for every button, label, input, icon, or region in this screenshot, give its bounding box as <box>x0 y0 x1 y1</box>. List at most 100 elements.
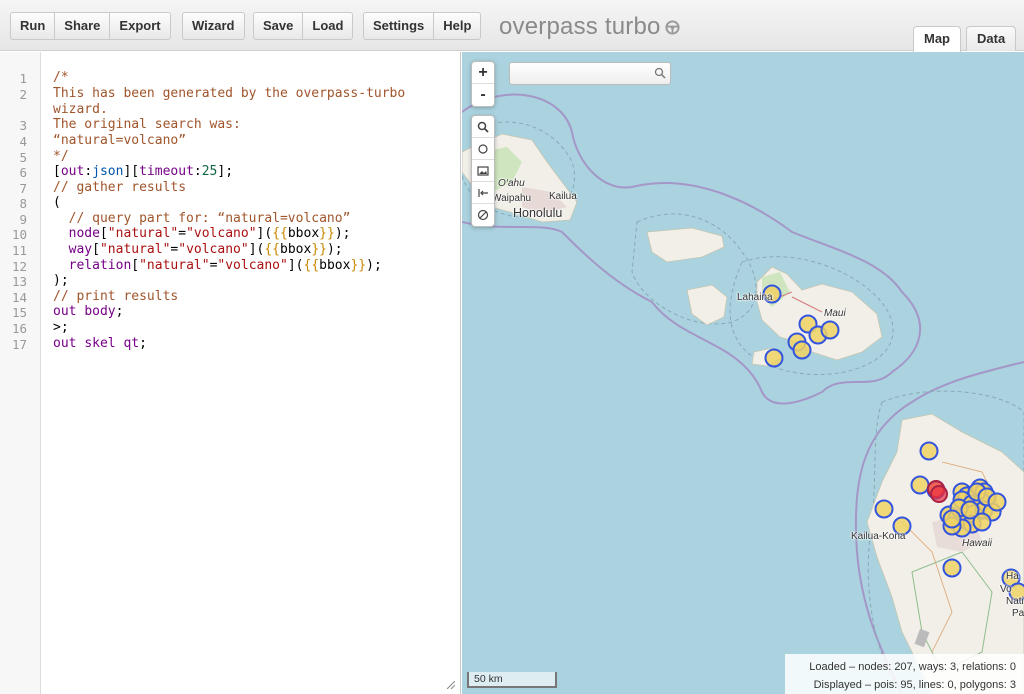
app-logo-text: overpass turbo <box>499 13 661 40</box>
map-stats-box: Loaded – nodes: 207, ways: 3, relations:… <box>785 654 1024 694</box>
line-number: 14 <box>11 290 27 305</box>
run-share-export-group: Run Share Export <box>10 12 171 40</box>
code-line: “natural=volcano” <box>53 133 187 148</box>
loaded-stats: Loaded – nodes: 207, ways: 3, relations:… <box>809 661 1016 673</box>
toolbar: Run Share Export Wizard Save Load Settin… <box>0 0 1024 52</box>
magnifier-icon <box>477 121 489 133</box>
zoom-to-data-button[interactable] <box>472 116 494 138</box>
volcano-marker[interactable] <box>764 348 784 368</box>
line-number: 12 <box>11 259 27 274</box>
label-cut-2: Vo <box>1000 584 1012 595</box>
label-waipahu: Waipahu <box>492 193 532 204</box>
line-number: 4 <box>19 134 27 149</box>
scale-bar: 50 km <box>467 672 557 688</box>
zoom-controls: + - <box>471 61 495 107</box>
volcano-markers-layer <box>762 284 1024 602</box>
label-hawaii: Hawaii <box>962 538 993 549</box>
line-number: 10 <box>11 227 27 242</box>
line-number: 11 <box>11 243 27 258</box>
label-maui: Maui <box>824 308 846 319</box>
line-number: 6 <box>19 165 27 180</box>
code-line: >; <box>53 320 69 335</box>
line-number: 3 <box>19 118 27 133</box>
line-number: 2 <box>19 87 27 102</box>
volcano-marker[interactable] <box>987 492 1007 512</box>
map-view[interactable]: O‘ahu Waipahu Kailua Honolulu Lahaina Ma… <box>462 52 1024 694</box>
zoom-out-button[interactable]: - <box>472 84 494 106</box>
tab-data[interactable]: Data <box>966 26 1017 51</box>
resize-handle-icon[interactable] <box>447 681 455 689</box>
volcano-marker[interactable] <box>910 475 930 495</box>
label-kailua-kona: Kailua-Kona <box>851 531 906 542</box>
code-line: out skel qt; <box>53 336 147 351</box>
map-tool-controls <box>471 115 495 227</box>
label-honolulu: Honolulu <box>513 206 563 220</box>
code-line: /* <box>53 70 69 85</box>
line-number: 8 <box>19 196 27 211</box>
run-button[interactable]: Run <box>11 13 56 39</box>
help-button[interactable]: Help <box>434 13 480 39</box>
query-editor[interactable]: 1 2 3 4 5 6 7 8 9 10 11 12 13 14 15 16 17 /* This has bee… <box>0 52 461 694</box>
line-number: 13 <box>11 274 27 289</box>
code-line: ( <box>53 195 61 210</box>
label-oahu: O‘ahu <box>498 178 525 189</box>
zoom-in-button[interactable]: + <box>472 62 494 84</box>
share-button[interactable]: Share <box>55 13 111 39</box>
toggle-data-button[interactable] <box>472 160 494 182</box>
volcano-marker[interactable] <box>874 499 894 519</box>
line-number: 7 <box>19 181 27 196</box>
label-cut-3: Nati <box>1006 596 1024 607</box>
no-entry-icon <box>477 209 489 221</box>
code-line: // query part for: “natural=volcano” <box>68 211 351 226</box>
fullscreen-button[interactable] <box>472 182 494 204</box>
code-line: The original search was: <box>53 117 241 132</box>
map-search-input[interactable] <box>510 63 650 83</box>
label-cut-1: Ha <box>1006 571 1019 582</box>
settings-help-group: Settings Help <box>363 12 482 40</box>
label-cut-4: Pa <box>1012 608 1024 619</box>
volcano-marker[interactable] <box>942 509 962 529</box>
code-line: way["natural"="volcano"]({{bbox}}); <box>68 242 343 257</box>
code-line: This has been generated by the overpass-… <box>53 86 406 101</box>
settings-button[interactable]: Settings <box>364 13 435 39</box>
search-icon[interactable] <box>654 67 666 79</box>
clear-data-button[interactable] <box>472 204 494 226</box>
line-number: 17 <box>11 337 27 352</box>
code-line: ); <box>53 273 69 288</box>
line-number: 9 <box>19 212 27 227</box>
line-number: 1 <box>19 71 27 86</box>
image-icon <box>477 166 489 176</box>
save-button[interactable]: Save <box>254 13 304 39</box>
volcano-marker[interactable] <box>960 500 980 520</box>
code-line: out body; <box>53 304 124 319</box>
code-line: relation["natural"="volcano"]({{bbox}}); <box>68 258 382 273</box>
locate-button[interactable] <box>472 138 494 160</box>
displayed-stats: Displayed – pois: 95, lines: 0, polygons… <box>813 679 1016 691</box>
code-line: [out:json][timeout:25]; <box>53 164 234 179</box>
wizard-group: Wizard <box>182 12 245 40</box>
volcano-marker-highlighted[interactable] <box>930 485 948 503</box>
line-number: 5 <box>19 150 27 165</box>
code-line: // gather results <box>53 180 187 195</box>
export-button[interactable]: Export <box>110 13 169 39</box>
save-load-group: Save Load <box>253 12 354 40</box>
volcano-marker[interactable] <box>792 340 812 360</box>
circle-icon <box>478 144 488 154</box>
line-number: 16 <box>11 321 27 336</box>
volcano-marker[interactable] <box>820 320 840 340</box>
volcano-marker[interactable] <box>919 441 939 461</box>
line-number: 15 <box>11 305 27 320</box>
load-button[interactable]: Load <box>303 13 352 39</box>
code-line: node["natural"="volcano"]({{bbox}}); <box>68 226 351 241</box>
steering-wheel-icon <box>665 20 680 35</box>
label-kailua: Kailua <box>549 191 577 202</box>
arrow-to-line-icon <box>478 189 488 197</box>
line-number-gutter: 1 2 3 4 5 6 7 8 9 10 11 12 13 14 15 16 17 <box>0 52 41 694</box>
volcano-marker[interactable] <box>942 558 962 578</box>
code-line: */ <box>53 149 69 164</box>
label-lahaina: Lahaina <box>737 292 773 303</box>
code-line: // print results <box>53 289 179 304</box>
wizard-button[interactable]: Wizard <box>183 13 244 39</box>
tab-map[interactable]: Map <box>913 26 961 52</box>
map-search-box <box>509 62 671 85</box>
